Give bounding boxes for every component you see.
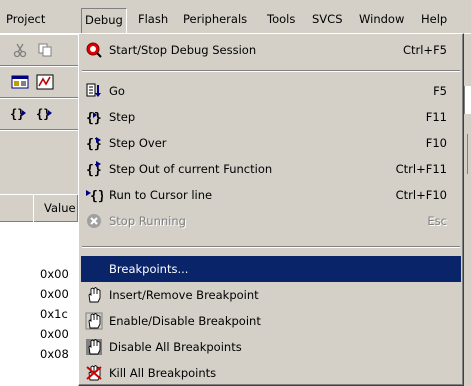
right-divider: [467, 134, 468, 174]
menu-help[interactable]: Help: [420, 9, 448, 29]
svg-text:{}: {}: [86, 163, 102, 178]
menu-item-label: Step Over: [109, 136, 167, 150]
menu-item-breakpoints[interactable]: Breakpoints...: [81, 256, 461, 282]
menu-item-label: Stop Running: [109, 214, 186, 228]
hand-kill-icon: [83, 363, 105, 383]
menu-item-label: Insert/Remove Breakpoint: [109, 288, 259, 302]
right-edit-area: [464, 86, 471, 114]
right-window-edge: [464, 34, 471, 386]
run-to-cursor-icon: {}: [83, 185, 105, 205]
analyzer-icon[interactable]: [34, 72, 56, 92]
stop-icon: [83, 211, 105, 231]
cut-icon[interactable]: [9, 40, 31, 60]
value-column-header[interactable]: Value: [33, 195, 78, 222]
go-icon: [83, 81, 105, 101]
menu-project[interactable]: Project: [5, 9, 46, 29]
menu-window[interactable]: Window: [358, 9, 405, 29]
menu-item-icon-spacer: [83, 259, 105, 279]
hand-enable-icon: [83, 311, 105, 331]
menu-svcs[interactable]: SVCS: [311, 9, 344, 29]
step-out-icon: {}: [83, 159, 105, 179]
toolbar-row-debug: {} {}: [0, 98, 78, 130]
value-cell: 0x00: [40, 327, 69, 341]
left-blank-area: [0, 130, 78, 194]
hand-disable-all-icon: [83, 337, 105, 357]
step-over-toolbar-icon[interactable]: {}: [34, 104, 56, 124]
menu-item-label: Step: [109, 110, 136, 124]
toolbar-row-windows: [0, 66, 78, 98]
menu-bar: Project Debug Flash Peripherals Tools SV…: [0, 0, 471, 34]
menu-item-insert-remove-breakpoint[interactable]: Insert/Remove Breakpoint: [81, 282, 461, 308]
window-icon[interactable]: [9, 72, 31, 92]
toolbar-row-edit: [0, 34, 78, 66]
menu-item-disable-all-breakpoints[interactable]: Disable All Breakpoints: [81, 334, 461, 360]
menu-item-label: Run to Cursor line: [109, 188, 213, 202]
menu-item-shortcut: F10: [425, 136, 447, 150]
value-cell: 0x00: [40, 287, 69, 301]
menu-item-shortcut: F5: [433, 84, 447, 98]
menu-item-shortcut: Ctrl+F11: [395, 162, 447, 176]
menu-item-start-stop-debug[interactable]: Start/Stop Debug Session Ctrl+F5: [81, 37, 461, 63]
menu-item-enable-disable-breakpoint[interactable]: Enable/Disable Breakpoint: [81, 308, 461, 334]
svg-text:{}: {}: [90, 189, 103, 204]
value-cell: 0x08: [40, 347, 69, 361]
menu-flash[interactable]: Flash: [137, 9, 169, 29]
step-toolbar-icon[interactable]: {}: [8, 104, 30, 124]
watch-values: 0x00 0x00 0x1c 0x00 0x08: [0, 222, 78, 386]
menu-item-shortcut: F11: [425, 110, 447, 124]
menu-item-step[interactable]: {} Step F11: [81, 104, 461, 130]
menu-item-shortcut: Ctrl+F10: [395, 188, 447, 202]
menu-item-shortcut: Ctrl+F5: [402, 43, 447, 57]
menu-item-label: Start/Stop Debug Session: [109, 43, 257, 57]
watch-header: Value: [0, 194, 78, 222]
menu-item-step-over[interactable]: {} Step Over F10: [81, 130, 461, 156]
menu-tools[interactable]: Tools: [266, 9, 296, 29]
copy-icon[interactable]: [34, 40, 56, 60]
menu-item-go[interactable]: Go F5: [81, 78, 461, 104]
value-cell: 0x1c: [40, 307, 68, 321]
menu-item-stop-running[interactable]: Stop Running Esc: [81, 208, 461, 234]
hand-icon: [83, 285, 105, 305]
menu-peripherals[interactable]: Peripherals: [182, 9, 248, 29]
menu-item-kill-all-breakpoints[interactable]: Kill All Breakpoints: [81, 360, 461, 386]
menu-debug[interactable]: Debug: [81, 8, 127, 34]
step-icon: {}: [83, 107, 105, 127]
step-over-icon: {}: [83, 133, 105, 153]
menu-item-label: Breakpoints...: [109, 262, 189, 276]
menu-separator: [82, 70, 460, 72]
menu-item-label: Step Out of current Function: [109, 162, 273, 176]
menu-item-label: Kill All Breakpoints: [109, 366, 217, 380]
menu-item-step-out[interactable]: {} Step Out of current Function Ctrl+F11: [81, 156, 461, 182]
debug-menu: Start/Stop Debug Session Ctrl+F5 Go F5 {…: [78, 33, 464, 386]
menu-item-label: Disable All Breakpoints: [109, 340, 242, 354]
value-cell: 0x00: [40, 267, 69, 281]
menu-item-shortcut: Esc: [427, 214, 447, 228]
menu-item-label: Go: [109, 84, 125, 98]
menu-item-label: Enable/Disable Breakpoint: [109, 314, 261, 328]
debug-session-icon: [83, 40, 105, 60]
menu-separator: [82, 246, 460, 248]
menu-item-run-to-cursor[interactable]: {} Run to Cursor line Ctrl+F10: [81, 182, 461, 208]
